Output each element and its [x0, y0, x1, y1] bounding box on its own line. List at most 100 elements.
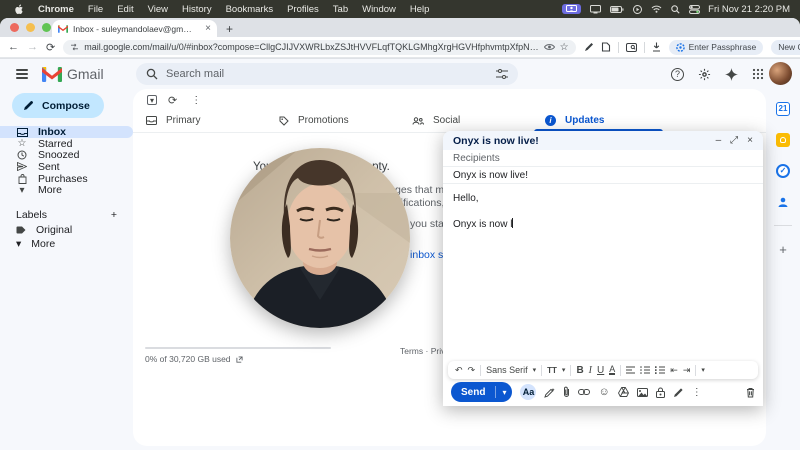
minimize-window-button[interactable] — [26, 23, 35, 32]
wifi-icon[interactable] — [651, 5, 662, 13]
get-addons-icon[interactable]: + — [779, 242, 787, 257]
help-me-write-icon[interactable] — [544, 387, 555, 398]
confidential-mode-icon[interactable] — [656, 387, 665, 398]
discard-draft-icon[interactable] — [746, 387, 755, 398]
menu-view[interactable]: View — [141, 4, 175, 15]
signature-pen-icon[interactable] — [673, 387, 684, 398]
compose-button[interactable]: Compose — [12, 93, 104, 118]
account-avatar[interactable] — [769, 62, 792, 85]
keep-icon[interactable] — [776, 132, 791, 147]
menu-file[interactable]: File — [81, 4, 110, 15]
indent-more-icon[interactable]: ⇥ — [683, 365, 691, 376]
sidebar-item-purchases[interactable]: Purchases — [0, 173, 133, 185]
sidebar-item-inbox[interactable]: Inbox — [0, 126, 133, 138]
drive-icon[interactable] — [618, 387, 629, 397]
menu-help[interactable]: Help — [403, 4, 437, 15]
open-in-new-icon[interactable] — [236, 356, 243, 363]
side-panel-icon[interactable] — [626, 43, 637, 52]
back-button[interactable]: ← — [8, 41, 19, 53]
search-options-icon[interactable] — [496, 69, 508, 79]
font-caret-icon[interactable]: ▾ — [533, 366, 537, 374]
new-chrome-available-button[interactable]: New Chrome available — [771, 40, 800, 55]
label-item-more[interactable]: ▾ More — [0, 238, 133, 250]
menu-edit[interactable]: Edit — [110, 4, 140, 15]
tab-updates[interactable]: i Updates — [532, 109, 665, 132]
list-more-icon[interactable]: ⋮ — [191, 95, 201, 106]
font-select[interactable]: Sans Serif — [486, 365, 528, 375]
extension-tab-icon[interactable] — [601, 42, 611, 52]
close-window-button[interactable] — [10, 23, 19, 32]
eye-icon[interactable] — [544, 43, 555, 51]
zoom-window-button[interactable] — [42, 23, 51, 32]
italic-icon[interactable]: I — [589, 365, 592, 376]
menu-profiles[interactable]: Profiles — [280, 4, 326, 15]
display-icon[interactable] — [590, 5, 601, 14]
send-options-icon[interactable]: ▾ — [496, 388, 512, 397]
search-bar[interactable] — [136, 63, 518, 85]
browser-tab-inbox[interactable]: Inbox - suleymandolaev@gm… × — [52, 20, 217, 37]
insert-link-icon[interactable] — [578, 389, 590, 395]
formatting-options-icon[interactable]: Aa — [520, 384, 536, 400]
settings-gear-icon[interactable] — [698, 68, 711, 81]
send-button[interactable]: Send ▾ — [451, 382, 512, 402]
bulleted-list-icon[interactable] — [655, 366, 665, 374]
apple-menu-icon[interactable] — [8, 4, 31, 15]
tab-promotions[interactable]: Promotions — [266, 109, 399, 132]
record-icon[interactable] — [633, 5, 642, 14]
underline-icon[interactable]: U — [597, 365, 604, 376]
popout-icon[interactable]: ⤢ — [730, 135, 738, 146]
main-menu-icon[interactable] — [16, 69, 28, 79]
menu-tab[interactable]: Tab — [326, 4, 355, 15]
spotlight-search-icon[interactable] — [671, 5, 680, 14]
insert-photo-icon[interactable] — [637, 388, 648, 397]
menu-window[interactable]: Window — [355, 4, 403, 15]
webcam-overlay[interactable] — [230, 148, 410, 328]
attach-file-icon[interactable] — [563, 386, 570, 398]
close-icon[interactable]: × — [747, 135, 753, 146]
select-caret-icon[interactable]: ▾ — [150, 96, 154, 105]
extension-pen-icon[interactable] — [584, 42, 594, 52]
sidebar-item-sent[interactable]: Sent — [0, 161, 133, 173]
tab-social[interactable]: Social — [399, 109, 532, 132]
redo-icon[interactable]: ↷ — [468, 365, 476, 376]
compose-header[interactable]: Onyx is now live! – ⤢ × — [443, 131, 763, 150]
refresh-icon[interactable]: ⟳ — [168, 94, 177, 107]
address-bar[interactable]: mail.google.com/mail/u/0/#inbox?compose=… — [63, 40, 575, 55]
tab-primary[interactable]: Primary — [133, 109, 266, 132]
search-icon[interactable] — [146, 68, 158, 80]
menu-bookmarks[interactable]: Bookmarks — [219, 4, 281, 15]
tab-close-icon[interactable]: × — [205, 24, 211, 34]
menu-chrome[interactable]: Chrome — [31, 4, 81, 15]
tasks-icon[interactable]: ✓ — [776, 163, 791, 178]
new-tab-button[interactable]: + — [226, 22, 233, 36]
create-label-icon[interactable]: + — [111, 209, 117, 221]
subject-field[interactable]: Onyx is now live! — [443, 167, 763, 184]
menubar-clock[interactable]: Fri Nov 21 2:20 PM — [708, 4, 792, 15]
gemini-icon[interactable] — [725, 68, 738, 81]
text-color-icon[interactable]: A — [609, 365, 615, 375]
more-formatting-icon[interactable]: ▾ — [701, 366, 705, 374]
sidebar-item-starred[interactable]: ☆ Starred — [0, 138, 133, 150]
more-options-icon[interactable]: ⋮ — [692, 387, 702, 398]
bold-icon[interactable]: B — [576, 365, 583, 376]
reload-button[interactable]: ⟳ — [46, 41, 55, 54]
size-caret-icon[interactable]: ▾ — [562, 366, 566, 374]
battery-icon[interactable] — [610, 6, 624, 13]
menu-history[interactable]: History — [175, 4, 219, 15]
align-icon[interactable] — [626, 366, 635, 374]
minimize-icon[interactable]: – — [716, 135, 722, 146]
sidebar-item-more[interactable]: ▾ More — [0, 184, 133, 196]
screen-sharing-icon[interactable] — [562, 4, 581, 14]
enter-passphrase-button[interactable]: Enter Passphrase — [669, 40, 764, 55]
help-icon[interactable]: ? — [671, 68, 684, 81]
numbered-list-icon[interactable] — [640, 366, 650, 374]
forward-button[interactable]: → — [27, 41, 38, 53]
undo-icon[interactable]: ↶ — [455, 365, 463, 376]
site-info-icon[interactable] — [70, 43, 79, 51]
indent-less-icon[interactable]: ⇤ — [670, 365, 678, 376]
insert-emoji-icon[interactable]: ☺ — [598, 386, 609, 398]
calendar-icon[interactable]: 21 — [776, 101, 791, 116]
contacts-icon[interactable] — [776, 194, 791, 209]
text-size-icon[interactable]: TT — [547, 366, 557, 375]
bookmark-star-icon[interactable]: ☆ — [560, 42, 569, 53]
